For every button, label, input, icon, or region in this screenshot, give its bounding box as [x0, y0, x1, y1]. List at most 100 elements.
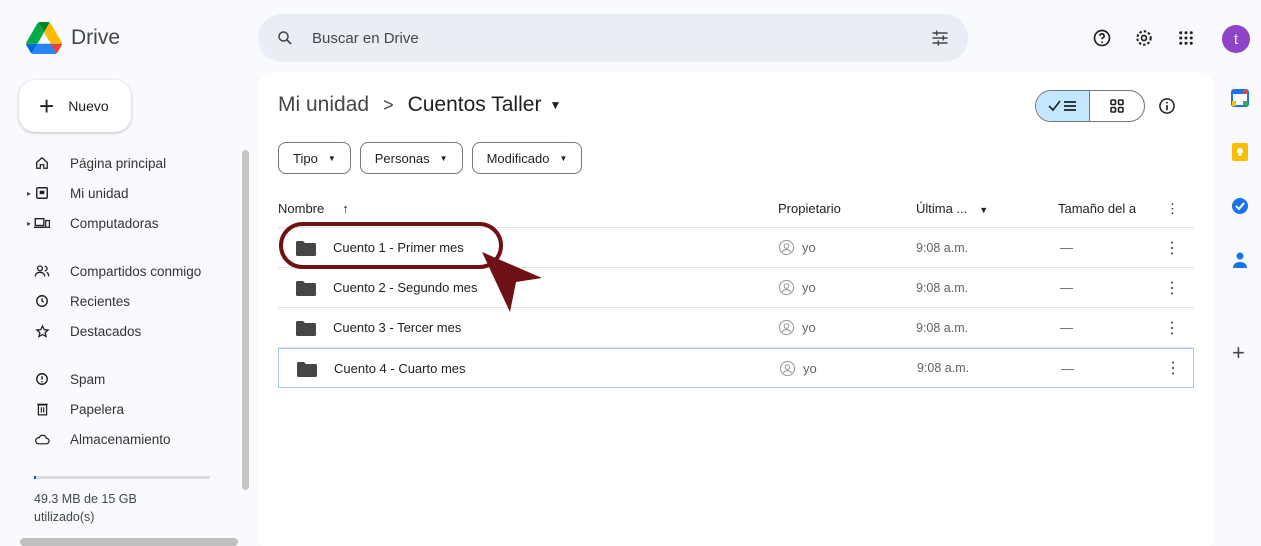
column-name-header[interactable]: Nombre ↑ [278, 201, 349, 216]
dropdown-arrow-icon[interactable]: ▼ [979, 205, 988, 215]
filter-people-chip[interactable]: Personas ▼ [359, 142, 463, 174]
file-size: — [1060, 280, 1073, 295]
filter-modified-chip[interactable]: Modificado ▼ [471, 142, 583, 174]
list-view-button[interactable] [1036, 91, 1091, 121]
spam-icon [34, 371, 50, 387]
user-avatar-icon [778, 279, 795, 296]
sort-arrow-up-icon[interactable]: ↑ [342, 201, 349, 216]
calendar-icon[interactable] [1228, 86, 1252, 110]
grid-view-button[interactable] [1090, 91, 1144, 121]
drive-logo-icon [26, 22, 62, 54]
storage-usage-text: 49.3 MB de 15 GB utilizado(s) [34, 492, 137, 524]
more-options-icon[interactable]: ⋮ [1164, 238, 1180, 258]
file-modified: 9:08 a.m. [916, 320, 969, 335]
more-options-icon[interactable]: ⋮ [1165, 358, 1181, 378]
horizontal-scrollbar[interactable] [20, 538, 238, 546]
more-options-icon[interactable]: ⋮ [1164, 278, 1180, 298]
column-size-header[interactable]: Tamaño del a [1058, 201, 1136, 216]
file-table: Nombre ↑ Propietario Última ... ▼ Tamaño d… [278, 190, 1194, 388]
sidebar-scrollbar[interactable] [242, 150, 249, 490]
sidebar-item-starred[interactable]: Destacados [0, 316, 240, 346]
view-toggle [1035, 90, 1145, 122]
filter-type-chip[interactable]: Tipo ▼ [278, 142, 351, 174]
folder-icon [296, 281, 316, 296]
sidebar-item-label: Computadoras [70, 215, 159, 231]
dropdown-arrow-icon: ▼ [439, 153, 448, 163]
info-icon[interactable] [1157, 96, 1177, 116]
computers-icon [34, 215, 50, 231]
breadcrumb-current-folder[interactable]: Cuentos Taller [408, 93, 542, 117]
more-options-icon[interactable]: ⋮ [1166, 201, 1179, 217]
sidebar-item-spam[interactable]: Spam [0, 364, 240, 394]
file-size: — [1060, 240, 1073, 255]
expand-arrow-icon[interactable]: ▸ [27, 189, 31, 198]
breadcrumb-my-drive[interactable]: Mi unidad [278, 93, 369, 117]
more-options-icon[interactable]: ⋮ [1164, 318, 1180, 338]
annotation-arrow-icon [482, 252, 542, 312]
side-panel [1222, 86, 1258, 302]
app-name: Drive [71, 26, 121, 49]
user-avatar-icon [779, 360, 796, 376]
sidebar-item-home[interactable]: Página principal [0, 148, 240, 178]
search-input[interactable] [312, 29, 930, 47]
file-size: — [1060, 320, 1073, 335]
drive-logo[interactable]: Drive [26, 22, 120, 54]
file-modified: 9:08 a.m. [916, 280, 969, 295]
column-modified-header[interactable]: Última ... ▼ [916, 201, 988, 216]
sidebar-item-label: Recientes [70, 293, 131, 309]
sidebar-item-label: Papelera [70, 401, 125, 417]
dropdown-arrow-icon: ▼ [327, 153, 336, 163]
keep-icon[interactable] [1228, 140, 1252, 164]
contacts-icon[interactable] [1228, 248, 1252, 272]
sidebar-item-label: Mi unidad [70, 185, 129, 201]
sidebar-item-trash[interactable]: Papelera [0, 394, 240, 424]
breadcrumb: Mi unidad > Cuentos Taller ▼ [278, 93, 561, 117]
account-avatar[interactable]: t [1222, 25, 1250, 53]
column-owner-header[interactable]: Propietario [778, 201, 841, 216]
file-modified: 9:08 a.m. [917, 361, 970, 375]
folder-menu-caret-icon[interactable]: ▼ [549, 98, 561, 112]
expand-arrow-icon[interactable]: ▸ [27, 219, 31, 228]
sidebar-item-storage[interactable]: Almacenamiento [0, 424, 240, 454]
table-row[interactable]: Cuento 4 - Cuarto mes yo 9:08 a.m. — ⋮ [278, 348, 1194, 388]
sidebar-item-my-drive[interactable]: ▸ Mi unidad [0, 178, 240, 208]
plus-icon: + [39, 91, 55, 121]
sidebar-item-label: Spam [70, 371, 106, 387]
sidebar-item-recent[interactable]: Recientes [0, 286, 240, 316]
my-drive-icon [34, 185, 50, 201]
sidebar-item-computers[interactable]: ▸ Computadoras [0, 208, 240, 238]
file-name[interactable]: Cuento 4 - Cuarto mes [334, 361, 466, 376]
file-owner: yo [779, 360, 817, 377]
user-avatar-icon [778, 239, 795, 256]
sidebar-item-label: Página principal [70, 155, 167, 171]
add-addon-plus-icon[interactable]: + [1232, 340, 1245, 366]
clock-icon [34, 293, 50, 309]
file-owner: yo [778, 239, 816, 256]
file-name[interactable]: Cuento 2 - Segundo mes [333, 280, 478, 295]
tasks-icon[interactable] [1228, 194, 1252, 218]
folder-icon [297, 362, 317, 377]
chip-label: Tipo [293, 150, 318, 166]
search-bar[interactable] [258, 14, 968, 62]
search-icon[interactable] [276, 29, 294, 47]
file-owner: yo [778, 319, 816, 336]
chip-label: Modificado [486, 150, 550, 166]
folder-icon [296, 321, 316, 336]
table-row[interactable]: Cuento 2 - Segundo mes yo 9:08 a.m. — ⋮ [278, 268, 1194, 308]
file-name[interactable]: Cuento 3 - Tercer mes [333, 320, 461, 335]
sidebar-item-shared[interactable]: Compartidos conmigo [0, 256, 240, 286]
sidebar-item-label: Almacenamiento [70, 431, 171, 447]
home-icon [34, 155, 50, 171]
breadcrumb-separator: > [383, 94, 394, 115]
filter-options-icon[interactable] [930, 28, 950, 48]
main-content: Mi unidad > Cuentos Taller ▼ Tipo ▼ Perso… [258, 72, 1214, 546]
settings-gear-icon[interactable] [1132, 26, 1156, 50]
new-button[interactable]: + Nuevo [19, 80, 131, 132]
help-icon[interactable] [1090, 26, 1114, 50]
grid-view-icon [1110, 99, 1124, 113]
sidebar-nav: Página principal ▸ Mi unidad ▸ Computado… [0, 148, 240, 454]
table-row[interactable]: Cuento 3 - Tercer mes yo 9:08 a.m. — ⋮ [278, 308, 1194, 348]
apps-grid-icon[interactable] [1174, 26, 1198, 50]
star-icon [34, 323, 50, 339]
user-avatar-icon [778, 319, 795, 336]
